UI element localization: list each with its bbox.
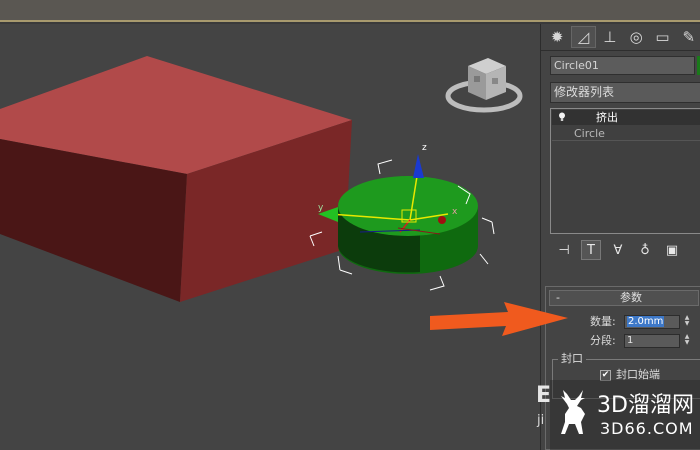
command-panel-tabs: ✹ ◿ ⊥ ◎ ▭ ✎: [541, 24, 700, 50]
amount-spinner[interactable]: ▲ ▼: [682, 315, 692, 329]
gizmo-label-z: z: [422, 143, 427, 153]
configure-sets-button[interactable]: ▣: [662, 240, 682, 260]
gizmo-label-x: x: [452, 207, 458, 217]
segments-label: 分段:: [590, 334, 616, 347]
watermark-fragment-top: E: [536, 383, 552, 408]
modify-curve-icon: ◿: [577, 27, 590, 46]
modify-tab[interactable]: ◿: [571, 26, 596, 48]
modifier-list-dropdown[interactable]: 修改器列表: [550, 82, 700, 103]
tab-separator: [541, 50, 700, 51]
modifier-stack: 挤出 Circle: [550, 108, 700, 234]
amount-label: 数量:: [590, 315, 616, 328]
configure-sets-icon: ▣: [665, 242, 679, 258]
hierarchy-tab[interactable]: ⊥: [598, 26, 622, 48]
viewport-scene: z y x: [0, 56, 523, 302]
create-tab[interactable]: ✹: [545, 26, 569, 48]
rollout-title: 参数: [620, 291, 642, 304]
motion-tab[interactable]: ◎: [624, 26, 648, 48]
stack-item-extrude-label: 挤出: [596, 111, 618, 124]
remove-modifier-button[interactable]: ♁: [635, 240, 655, 260]
green-cylinder[interactable]: [338, 176, 478, 274]
watermark-site-url: 3D66.COM: [600, 419, 694, 438]
hierarchy-icon: ⊥: [603, 27, 617, 46]
stack-toolbar: ⊣ T ∀ ♁ ▣: [550, 238, 700, 262]
remove-modifier-icon: ♁: [640, 242, 650, 258]
viewcube-icon[interactable]: [445, 58, 523, 113]
show-end-result-button[interactable]: T: [581, 240, 601, 260]
parameters-rollout-header[interactable]: - 参数: [549, 290, 699, 306]
amount-input[interactable]: 2.0mm: [624, 315, 680, 329]
watermark-fragment-bottom: ji: [537, 413, 545, 428]
display-tab[interactable]: ▭: [650, 26, 674, 48]
segments-spinner[interactable]: ▲ ▼: [682, 334, 692, 348]
show-end-result-icon: T: [587, 242, 595, 258]
motion-icon: ◎: [629, 27, 643, 46]
make-unique-button[interactable]: ∀: [608, 240, 628, 260]
object-name-field[interactable]: Circle01: [550, 56, 695, 75]
watermark-site-name: 3D溜溜网: [597, 393, 694, 418]
stack-item-circle[interactable]: Circle: [552, 126, 700, 141]
perspective-viewport[interactable]: z y x: [0, 24, 540, 450]
capping-group-label: 封口: [558, 352, 586, 366]
segments-input[interactable]: 1: [624, 334, 680, 348]
deer-logo-icon: [561, 390, 585, 434]
pin-stack-button[interactable]: ⊣: [554, 240, 574, 260]
stack-item-extrude[interactable]: 挤出: [552, 110, 700, 125]
sun-gear-icon: ✹: [550, 27, 564, 46]
display-icon: ▭: [655, 27, 670, 46]
utilities-wrench-icon: ✎: [682, 27, 696, 46]
lightbulb-icon[interactable]: [558, 112, 566, 122]
3dsmax-window: z y x ✹ ◿ ⊥ ◎ ▭ ✎ Circle01 修改器列表 挤出 Circ…: [0, 0, 700, 450]
amount-value: 2.0mm: [627, 316, 665, 327]
make-unique-icon: ∀: [613, 242, 623, 258]
utilities-tab[interactable]: ✎: [677, 26, 700, 48]
pin-stack-icon: ⊣: [558, 242, 570, 258]
gizmo-label-y: y: [318, 203, 324, 213]
title-frame-strip: [0, 0, 700, 22]
red-annotation-arrow: [430, 302, 568, 336]
